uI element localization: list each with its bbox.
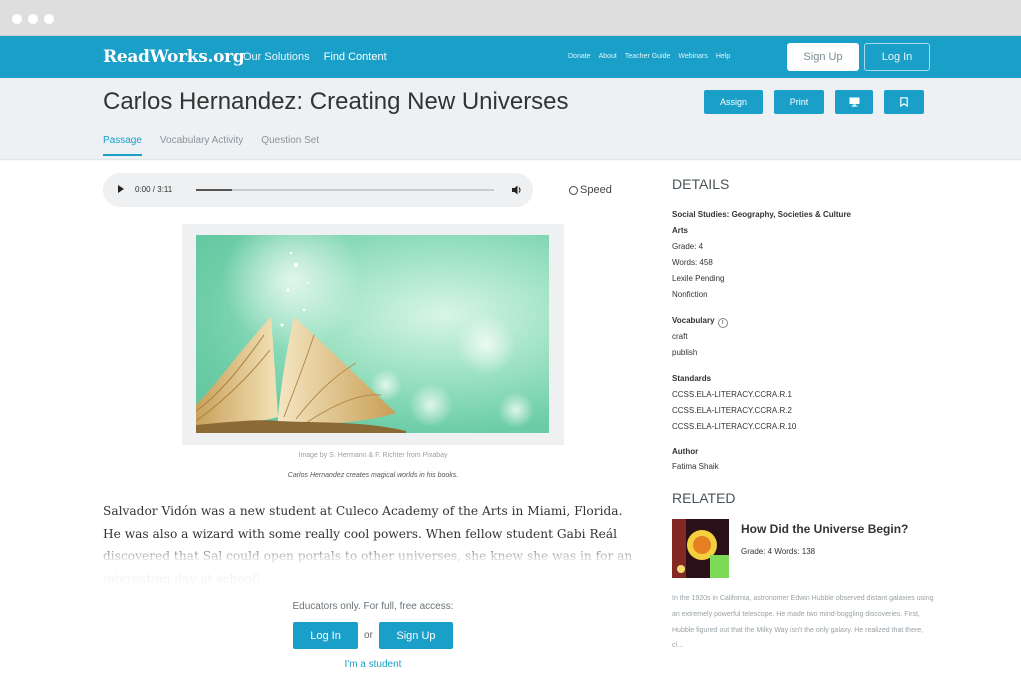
clock-icon — [569, 185, 578, 195]
browser-window: ReadWorks.org Our Solutions Find Content… — [0, 0, 1021, 676]
student-link[interactable]: I'm a student — [180, 659, 566, 670]
nav-donate[interactable]: Donate — [568, 53, 591, 60]
vocab-word: publish — [672, 348, 698, 357]
audio-time: 0:00 / 3:11 — [135, 185, 173, 194]
related-thumbnail[interactable] — [672, 519, 729, 578]
project-button[interactable] — [835, 90, 873, 114]
access-gate-buttons: Log In or Sign Up — [180, 622, 566, 649]
audio-progress — [196, 189, 232, 191]
window-dot[interactable] — [12, 14, 22, 24]
vocab-word: craft — [672, 332, 688, 341]
subject-label: Arts — [672, 226, 689, 235]
passage-fade-overlay — [98, 543, 648, 588]
access-gate: Educators only. For full, free access: L… — [180, 601, 566, 670]
subject-label: Social Studies: Geography, Societies & C… — [672, 210, 852, 219]
tab-vocabulary-activity[interactable]: Vocabulary Activity — [160, 135, 243, 156]
genre-value: Nonfiction — [672, 290, 708, 299]
related-heading: RELATED — [672, 490, 736, 506]
gate-log-in-button[interactable]: Log In — [293, 622, 359, 649]
passage-figure — [182, 224, 564, 445]
standard-item: CCSS.ELA-LITERACY.CCRA.R.1 — [672, 390, 792, 399]
related-meta: Grade: 4 Words: 138 — [741, 547, 816, 556]
log-in-button[interactable]: Log In — [864, 43, 930, 71]
content-tabs: Passage Vocabulary Activity Question Set — [103, 135, 319, 156]
lexile-value: Lexile Pending — [672, 274, 725, 283]
details-heading: DETAILS — [672, 176, 730, 192]
image-caption: Carlos Hernandez creates magical worlds … — [287, 472, 459, 479]
audio-player: 0:00 / 3:11 — [103, 173, 533, 207]
related-description: In the 1920s in California, astronomer E… — [672, 595, 934, 650]
main-nav: Our Solutions Find Content — [243, 51, 387, 63]
page-header: Carlos Hernandez: Creating New Universes… — [0, 78, 1021, 160]
author-label: Author — [672, 447, 699, 456]
window-controls — [12, 14, 54, 24]
or-label: or — [364, 630, 373, 641]
browser-chrome — [0, 0, 1021, 36]
info-icon[interactable]: i — [717, 318, 728, 328]
window-dot[interactable] — [44, 14, 54, 24]
grade-value: Grade: 4 — [672, 242, 704, 251]
tab-question-set[interactable]: Question Set — [261, 135, 319, 156]
window-dot[interactable] — [28, 14, 38, 24]
word-count: Words: 458 — [672, 258, 713, 267]
universe-thumbnail-illustration — [672, 519, 729, 578]
play-icon[interactable] — [118, 185, 124, 193]
assign-button[interactable]: Assign — [704, 90, 763, 114]
print-button[interactable]: Print — [774, 90, 824, 114]
main-content: 0:00 / 3:11 Speed Image by S. Hermann & … — [0, 161, 1021, 676]
utility-nav: Donate About Teacher Guide Webinars Help — [568, 53, 730, 60]
bookmark-button[interactable] — [884, 90, 924, 114]
standard-item: CCSS.ELA-LITERACY.CCRA.R.10 — [672, 422, 797, 431]
speed-label: Speed — [580, 184, 612, 196]
speed-control[interactable]: Speed — [569, 184, 612, 196]
related-title[interactable]: How Did the Universe Begin? — [741, 522, 908, 536]
nav-our-solutions[interactable]: Our Solutions — [243, 51, 310, 63]
vocabulary-label-text: Vocabulary — [672, 316, 715, 325]
standard-item: CCSS.ELA-LITERACY.CCRA.R.2 — [672, 406, 792, 415]
nav-webinars[interactable]: Webinars — [678, 53, 707, 60]
standards-label: Standards — [672, 374, 712, 383]
author-name: Fatima Shaik — [672, 462, 719, 471]
tab-passage[interactable]: Passage — [103, 135, 142, 156]
top-navbar: ReadWorks.org Our Solutions Find Content… — [0, 36, 1021, 78]
vocabulary-label: Vocabulary i — [672, 316, 728, 328]
gate-sign-up-button[interactable]: Sign Up — [378, 622, 453, 649]
action-buttons: Assign Print — [704, 90, 924, 114]
audio-seek-bar[interactable] — [196, 189, 494, 191]
volume-icon[interactable] — [511, 184, 523, 196]
bookmark-icon — [900, 97, 908, 107]
readworks-logo[interactable]: ReadWorks.org — [103, 47, 245, 67]
passage-image — [196, 235, 549, 433]
page-title: Carlos Hernandez: Creating New Universes — [103, 88, 569, 115]
open-book-illustration — [196, 235, 534, 433]
nav-find-content[interactable]: Find Content — [324, 51, 387, 63]
monitor-icon — [849, 97, 859, 107]
nav-help[interactable]: Help — [716, 53, 730, 60]
access-gate-message: Educators only. For full, free access: — [292, 601, 454, 612]
sign-up-button[interactable]: Sign Up — [787, 43, 859, 71]
image-credit: Image by S. Hermann & F. Richter from Pi… — [298, 452, 448, 459]
nav-teacher-guide[interactable]: Teacher Guide — [625, 53, 671, 60]
nav-about[interactable]: About — [599, 53, 617, 60]
